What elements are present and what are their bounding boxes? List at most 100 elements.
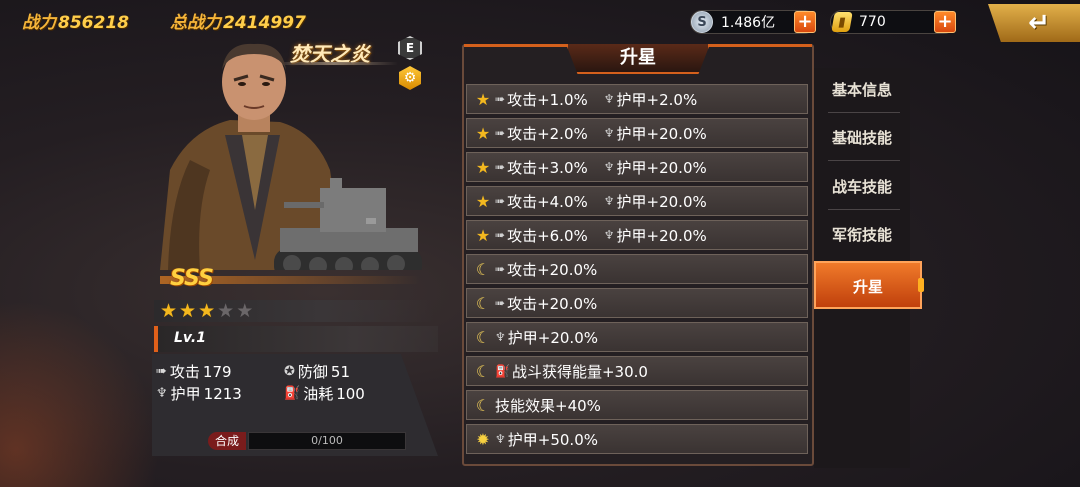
sun-icon: ✹ xyxy=(476,429,490,449)
star-icon: ★ xyxy=(475,123,491,143)
add-silver-button[interactable]: + xyxy=(794,11,816,33)
upgrade-effect: ♆ 护甲+20.0% xyxy=(495,327,598,348)
tab-basic-skills[interactable]: 基础技能 xyxy=(818,118,906,158)
upgrade-effect: 技能效果+40% xyxy=(495,395,601,416)
attack-icon: ➠ xyxy=(495,92,506,106)
moon-icon: ☾ xyxy=(475,361,491,381)
upgrade-row: ★ ➠ 攻击+1.0% ♆ 护甲+2.0% xyxy=(466,84,808,114)
power-display: 战力 856218 xyxy=(22,13,129,33)
star-filled-icon: ★ xyxy=(179,300,197,322)
background-glow xyxy=(0,300,160,487)
armor-icon: ♆ xyxy=(495,330,506,344)
upgrade-effect: ➠ 攻击+1.0% xyxy=(495,89,588,110)
upgrade-effect: ➠ 攻击+20.0% xyxy=(495,293,597,314)
upgrade-effect: ➠ 攻击+4.0% xyxy=(495,191,588,212)
stat-attack: ➠ 攻击 179 xyxy=(156,362,232,382)
upgrade-effect: ♆ 护甲+2.0% xyxy=(604,89,697,110)
upgrade-effect: ♆ 护甲+50.0% xyxy=(495,429,598,450)
tab-star-upgrade[interactable]: 升星 xyxy=(814,261,922,309)
upgrade-effect: ♆ 护甲+20.0% xyxy=(604,191,707,212)
upgrade-effect-text: 技能效果+40% xyxy=(495,396,601,415)
merge-progress-text: 0/100 xyxy=(311,434,343,447)
attack-icon: ➠ xyxy=(495,160,506,174)
star-icon: ★ xyxy=(475,225,491,245)
star-icon: ★ xyxy=(475,157,491,177)
fuel-icon: ⛽ xyxy=(284,386,301,401)
gold-currency: ▮ 770 + xyxy=(830,10,956,34)
upgrade-effect-text: 护甲+20.0% xyxy=(616,158,707,177)
fuel-icon: ⛽ xyxy=(495,364,510,378)
upgrade-effect: ➠ 攻击+6.0% xyxy=(495,225,588,246)
upgrade-row: ☾ ♆ 护甲+20.0% xyxy=(466,322,808,352)
armor-icon: ♆ xyxy=(603,92,615,106)
star-icon: ★ xyxy=(475,191,491,211)
tab-divider xyxy=(828,112,900,113)
attack-icon: ➠ xyxy=(495,126,506,140)
upgrade-row: ★ ➠ 攻击+3.0% ♆ 护甲+20.0% xyxy=(466,152,808,182)
armor-icon: ♆ xyxy=(603,228,615,242)
star-filled-icon: ★ xyxy=(198,300,216,322)
moon-icon: ☾ xyxy=(475,259,491,279)
upgrade-row: ✹ ♆ 护甲+50.0% xyxy=(466,424,808,454)
upgrade-effect-text: 战斗获得能量+30.0 xyxy=(511,362,648,381)
tab-divider xyxy=(828,209,900,210)
stat-armor: ♆ 护甲 1213 xyxy=(156,384,242,404)
upgrade-effect: ♆ 护甲+20.0% xyxy=(604,225,707,246)
attack-icon: ➠ xyxy=(156,364,167,379)
upgrade-effect-text: 攻击+3.0% xyxy=(507,158,588,177)
panel-title: 升星 xyxy=(566,44,710,74)
star-rating: ★ ★ ★ ★ ★ xyxy=(154,300,434,322)
back-button[interactable]: ↵ xyxy=(988,4,1080,42)
armor-icon: ♆ xyxy=(495,432,506,446)
star-filled-icon: ★ xyxy=(160,300,178,322)
upgrade-effect-text: 攻击+4.0% xyxy=(507,192,588,211)
upgrade-effect-text: 攻击+2.0% xyxy=(507,124,588,143)
armor-icon: ♆ xyxy=(603,194,615,208)
gold-value: 770 xyxy=(859,14,886,30)
tab-vehicle-skills[interactable]: 战车技能 xyxy=(818,167,906,207)
upgrade-effect-text: 护甲+20.0% xyxy=(616,124,707,143)
tab-basic-info[interactable]: 基本信息 xyxy=(818,70,906,110)
silver-currency: S 1.486亿 + xyxy=(690,10,816,34)
attack-icon: ➠ xyxy=(495,296,506,310)
star-empty-icon: ★ xyxy=(217,300,235,322)
gold-bar-icon: ▮ xyxy=(831,12,853,32)
upgrade-effect-text: 攻击+20.0% xyxy=(507,294,598,313)
upgrade-effect-text: 攻击+6.0% xyxy=(507,226,588,245)
merge-progress-bar: 0/100 xyxy=(248,432,406,450)
return-arrow-icon: ↵ xyxy=(1028,8,1050,38)
moon-icon: ☾ xyxy=(475,327,491,347)
upgrade-effect: ➠ 攻击+3.0% xyxy=(495,157,588,178)
level-bar: Lv.1 xyxy=(154,326,438,352)
upgrade-row: ☾ ⛽ 战斗获得能量+30.0 xyxy=(466,356,808,386)
upgrade-row: ★ ➠ 攻击+6.0% ♆ 护甲+20.0% xyxy=(466,220,808,250)
armor-icon: ♆ xyxy=(603,126,615,140)
attack-icon: ➠ xyxy=(495,228,506,242)
moon-icon: ☾ xyxy=(475,293,491,313)
commander-portrait xyxy=(160,43,422,270)
armor-icon: ♆ xyxy=(156,386,168,401)
tab-rank-skills[interactable]: 军衔技能 xyxy=(818,215,906,255)
upgrade-effect: ♆ 护甲+20.0% xyxy=(604,157,707,178)
upgrade-row: ☾ ➠ 攻击+20.0% xyxy=(466,288,808,318)
upgrade-row: ★ ➠ 攻击+4.0% ♆ 护甲+20.0% xyxy=(466,186,808,216)
silver-coin-icon: S xyxy=(691,11,713,33)
armor-icon: ♆ xyxy=(603,160,615,174)
upgrade-effect-text: 护甲+20.0% xyxy=(507,328,598,347)
star-empty-icon: ★ xyxy=(236,300,254,322)
total-power-display: 总战力 2414997 xyxy=(170,13,306,33)
upgrade-effect-text: 护甲+2.0% xyxy=(616,90,698,109)
level-text: Lv.1 xyxy=(174,330,206,346)
upgrade-effect-text: 攻击+1.0% xyxy=(507,90,588,109)
upgrade-effect-text: 护甲+20.0% xyxy=(616,226,707,245)
active-tab-marker xyxy=(918,278,924,292)
stat-defense: ✪ 防御 51 xyxy=(284,362,351,382)
upgrade-effect-text: 护甲+50.0% xyxy=(507,430,598,449)
upgrade-effect-text: 攻击+20.0% xyxy=(507,260,598,279)
merge-button[interactable]: 合成 xyxy=(208,432,246,450)
upgrade-row: ☾ 技能效果+40% xyxy=(466,390,808,420)
moon-icon: ☾ xyxy=(475,395,491,415)
stat-fuel: ⛽ 油耗 100 xyxy=(284,384,365,404)
rank-badge: SSS xyxy=(170,266,214,291)
add-gold-button[interactable]: + xyxy=(934,11,956,33)
